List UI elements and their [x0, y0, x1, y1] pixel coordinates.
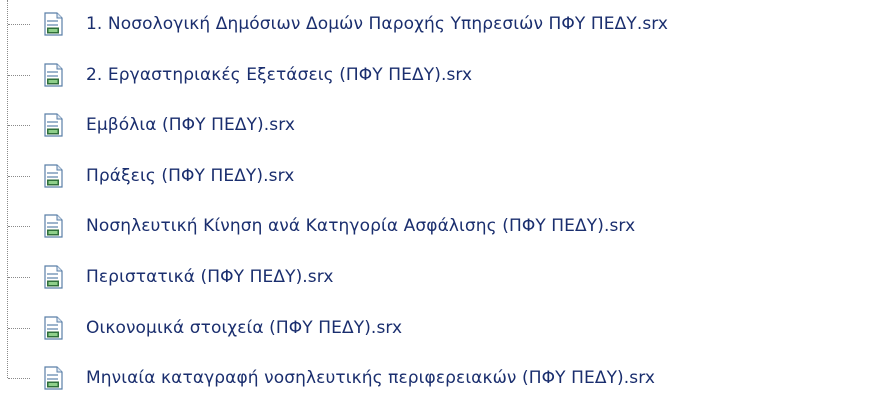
tree-item-label: Εμβόλια (ΠΦΥ ΠΕΔΥ).srx: [86, 115, 296, 135]
tree-connector: [8, 125, 30, 126]
report-file-icon: [44, 366, 63, 390]
tree-item-4[interactable]: Πράξεις (ΠΦΥ ΠΕΔΥ).srx: [0, 161, 870, 191]
tree-item-2[interactable]: 2. Εργαστηριακές Εξετάσεις (ΠΦΥ ΠΕΔΥ).sr…: [0, 60, 870, 90]
tree-connector: [8, 75, 30, 76]
report-file-icon: [44, 214, 63, 238]
tree-item-label: Οικονομικά στοιχεία (ΠΦΥ ΠΕΔΥ).srx: [86, 318, 403, 338]
tree-item-label: Περιστατικά (ΠΦΥ ΠΕΔΥ).srx: [86, 267, 334, 287]
report-file-icon: [44, 316, 63, 340]
tree-connector: [8, 24, 30, 25]
tree-connector: [8, 226, 30, 227]
tree-item-3[interactable]: Εμβόλια (ΠΦΥ ΠΕΔΥ).srx: [0, 110, 870, 140]
file-tree: 1. Νοσολογική Δημόσιων Δομών Παροχής Υπη…: [0, 0, 878, 405]
report-file-icon: [44, 265, 63, 289]
tree-item-7[interactable]: Οικονομικά στοιχεία (ΠΦΥ ΠΕΔΥ).srx: [0, 313, 870, 343]
tree-item-label: 1. Νοσολογική Δημόσιων Δομών Παροχής Υπη…: [86, 14, 669, 34]
tree-item-8[interactable]: Μηνιαία καταγραφή νοσηλευτικής περιφερει…: [0, 363, 870, 393]
tree-connector: [8, 378, 30, 379]
report-file-icon: [44, 164, 63, 188]
tree-item-6[interactable]: Περιστατικά (ΠΦΥ ΠΕΔΥ).srx: [0, 262, 870, 292]
report-file-icon: [44, 113, 63, 137]
tree-connector: [8, 277, 30, 278]
tree-item-label: Νοσηλευτική Κίνηση ανά Κατηγορία Ασφάλισ…: [86, 216, 636, 236]
tree-item-label: 2. Εργαστηριακές Εξετάσεις (ΠΦΥ ΠΕΔΥ).sr…: [86, 65, 473, 85]
tree-connector: [8, 328, 30, 329]
tree-item-label: Μηνιαία καταγραφή νοσηλευτικής περιφερει…: [86, 368, 656, 388]
tree-connector: [8, 176, 30, 177]
report-file-icon: [44, 63, 63, 87]
tree-item-5[interactable]: Νοσηλευτική Κίνηση ανά Κατηγορία Ασφάλισ…: [0, 211, 870, 241]
tree-item-1[interactable]: 1. Νοσολογική Δημόσιων Δομών Παροχής Υπη…: [0, 9, 870, 39]
tree-item-label: Πράξεις (ΠΦΥ ΠΕΔΥ).srx: [86, 166, 295, 186]
report-file-icon: [44, 12, 63, 36]
